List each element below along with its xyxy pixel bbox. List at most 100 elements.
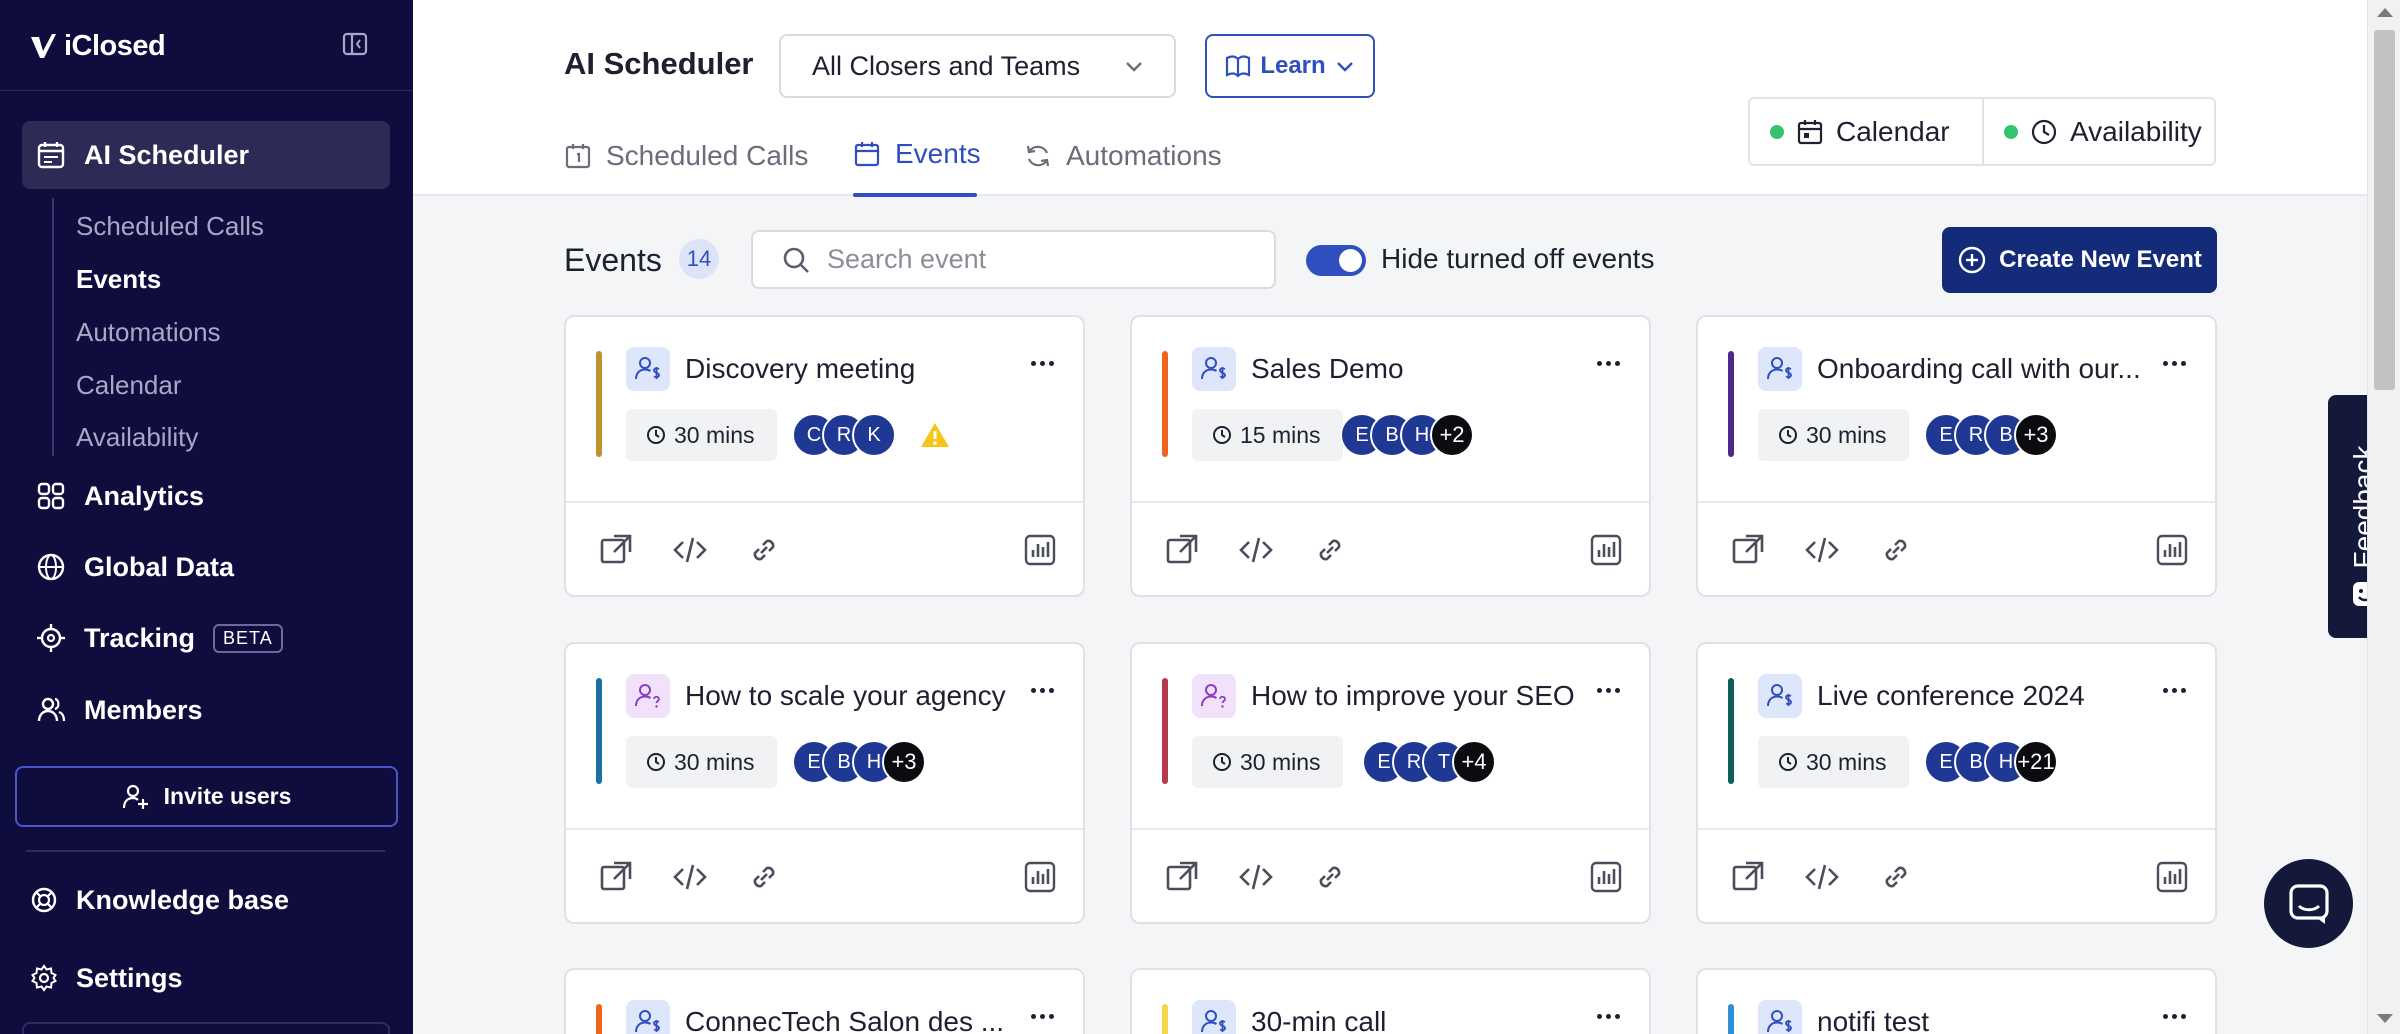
event-title[interactable]: Sales Demo [1251,353,1404,385]
event-card[interactable]: How to scale your agency 30 mins E B H +3 [564,642,1085,924]
warning-icon[interactable] [920,421,950,449]
status-dot [2004,124,2018,139]
link-icon[interactable] [746,532,782,568]
team-select[interactable]: All Closers and Teams [779,34,1176,98]
more-options-icon[interactable] [2156,1006,2192,1026]
event-card[interactable]: ConnecTech Salon des ... [564,968,1085,1034]
external-link-icon[interactable] [598,532,634,568]
hide-turned-off-toggle[interactable] [1306,245,1366,276]
sidebar-item-ai-scheduler[interactable]: AI Scheduler [22,121,390,189]
page-scrollbar[interactable] [2367,0,2400,1034]
event-card[interactable]: Live conference 2024 30 mins E B H +21 [1696,642,2217,924]
code-icon[interactable] [1238,532,1274,568]
stats-icon[interactable] [2154,859,2190,895]
active-tab-indicator [853,193,977,197]
code-icon[interactable] [1804,532,1840,568]
card-divider [566,501,1083,503]
external-link-icon[interactable] [1164,532,1200,568]
event-title[interactable]: Live conference 2024 [1817,680,2085,712]
more-options-icon[interactable] [1024,353,1060,373]
event-color-bar [1162,351,1168,457]
event-title[interactable]: 30-min call [1251,1006,1386,1034]
more-options-icon[interactable] [1590,680,1626,700]
user-dollar-icon [1201,1010,1226,1033]
code-icon[interactable] [672,532,708,568]
search-input[interactable] [827,244,1267,275]
duration-label: 30 mins [1240,748,1321,775]
event-card[interactable]: Sales Demo 15 mins E B H +2 [1130,315,1651,597]
clock-icon [647,426,665,444]
invite-users-button[interactable]: Invite users [15,766,398,827]
scrollbar-thumb[interactable] [2374,30,2395,390]
more-options-icon[interactable] [1590,353,1626,373]
external-link-icon[interactable] [598,859,634,895]
external-link-icon[interactable] [1730,532,1766,568]
event-card[interactable]: notifi test [1696,968,2217,1034]
event-title[interactable]: Discovery meeting [685,353,915,385]
stats-icon[interactable] [1022,532,1058,568]
sidebar-item-settings[interactable]: Settings [30,958,183,998]
more-options-icon[interactable] [2156,680,2192,700]
sidebar-item-members[interactable]: Members [36,690,203,730]
link-icon[interactable] [1878,532,1914,568]
stats-icon[interactable] [2154,532,2190,568]
event-title[interactable]: How to scale your agency [685,680,1006,712]
external-link-icon[interactable] [1164,859,1200,895]
event-title[interactable]: notifi test [1817,1006,1929,1034]
create-new-event-button[interactable]: Create New Event [1942,227,2217,293]
event-card[interactable]: Onboarding call with our... 30 mins E R B +3 [1696,315,2217,597]
host-avatars: E R T +4 [1362,740,1496,784]
link-icon[interactable] [1312,859,1348,895]
more-options-icon[interactable] [1024,1006,1060,1026]
more-options-icon[interactable] [2156,353,2192,373]
sidebar-bottom-card[interactable] [22,1022,390,1034]
event-card[interactable]: How to improve your SEO 30 mins E R T +4 [1130,642,1651,924]
link-icon[interactable] [1878,859,1914,895]
sidebar-subitem-events[interactable]: Events [76,264,161,295]
tab-automations[interactable]: Automations [1024,136,1222,176]
scroll-down-arrow-icon[interactable] [2377,1014,2393,1023]
host-avatars: E B H +3 [792,740,926,784]
tab-scheduled-calls[interactable]: Scheduled Calls [564,136,808,176]
more-options-icon[interactable] [1590,1006,1626,1026]
sidebar-item-global-data[interactable]: Global Data [36,547,234,587]
sidebar-subitem-scheduled-calls[interactable]: Scheduled Calls [76,211,264,242]
calendar-status-button[interactable]: Calendar [1750,99,1984,164]
more-options-icon[interactable] [1024,680,1060,700]
sidebar-item-knowledge-base[interactable]: Knowledge base [30,880,289,920]
code-icon[interactable] [672,859,708,895]
scroll-up-arrow-icon[interactable] [2377,8,2393,17]
code-icon[interactable] [1238,859,1274,895]
sidebar-divider [0,90,413,91]
sidebar-subitem-availability[interactable]: Availability [76,422,198,453]
event-type-badge [1192,347,1236,391]
availability-status-button[interactable]: Availability [1984,99,2202,164]
event-title[interactable]: ConnecTech Salon des ... [685,1006,1004,1034]
event-color-bar [1162,678,1168,784]
user-dollar-icon [635,357,660,380]
stats-icon[interactable] [1588,859,1624,895]
event-title[interactable]: How to improve your SEO [1251,680,1575,712]
tab-events[interactable]: Events [853,134,981,174]
sidebar-item-tracking[interactable]: Tracking BETA [36,618,283,658]
stats-icon[interactable] [1022,859,1058,895]
sidebar-subitem-automations[interactable]: Automations [76,317,221,348]
collapse-sidebar-icon[interactable] [341,30,369,58]
link-icon[interactable] [746,859,782,895]
card-divider [1698,828,2215,830]
event-card[interactable]: 30-min call [1130,968,1651,1034]
code-icon[interactable] [1804,859,1840,895]
learn-button[interactable]: Learn [1205,34,1375,98]
brand[interactable]: iClosed [28,26,166,66]
sidebar-item-analytics[interactable]: Analytics [36,476,204,516]
host-avatars: CRK [792,413,896,457]
calendar-status-label: Calendar [1836,115,1950,147]
event-title[interactable]: Onboarding call with our... [1817,353,2141,385]
external-link-icon[interactable] [1730,859,1766,895]
sidebar-subitem-calendar[interactable]: Calendar [76,370,182,401]
stats-icon[interactable] [1588,532,1624,568]
calendar-icon [1797,119,1823,144]
chat-launcher-button[interactable] [2264,859,2353,948]
link-icon[interactable] [1312,532,1348,568]
event-card[interactable]: Discovery meeting 30 mins C R K [564,315,1085,597]
